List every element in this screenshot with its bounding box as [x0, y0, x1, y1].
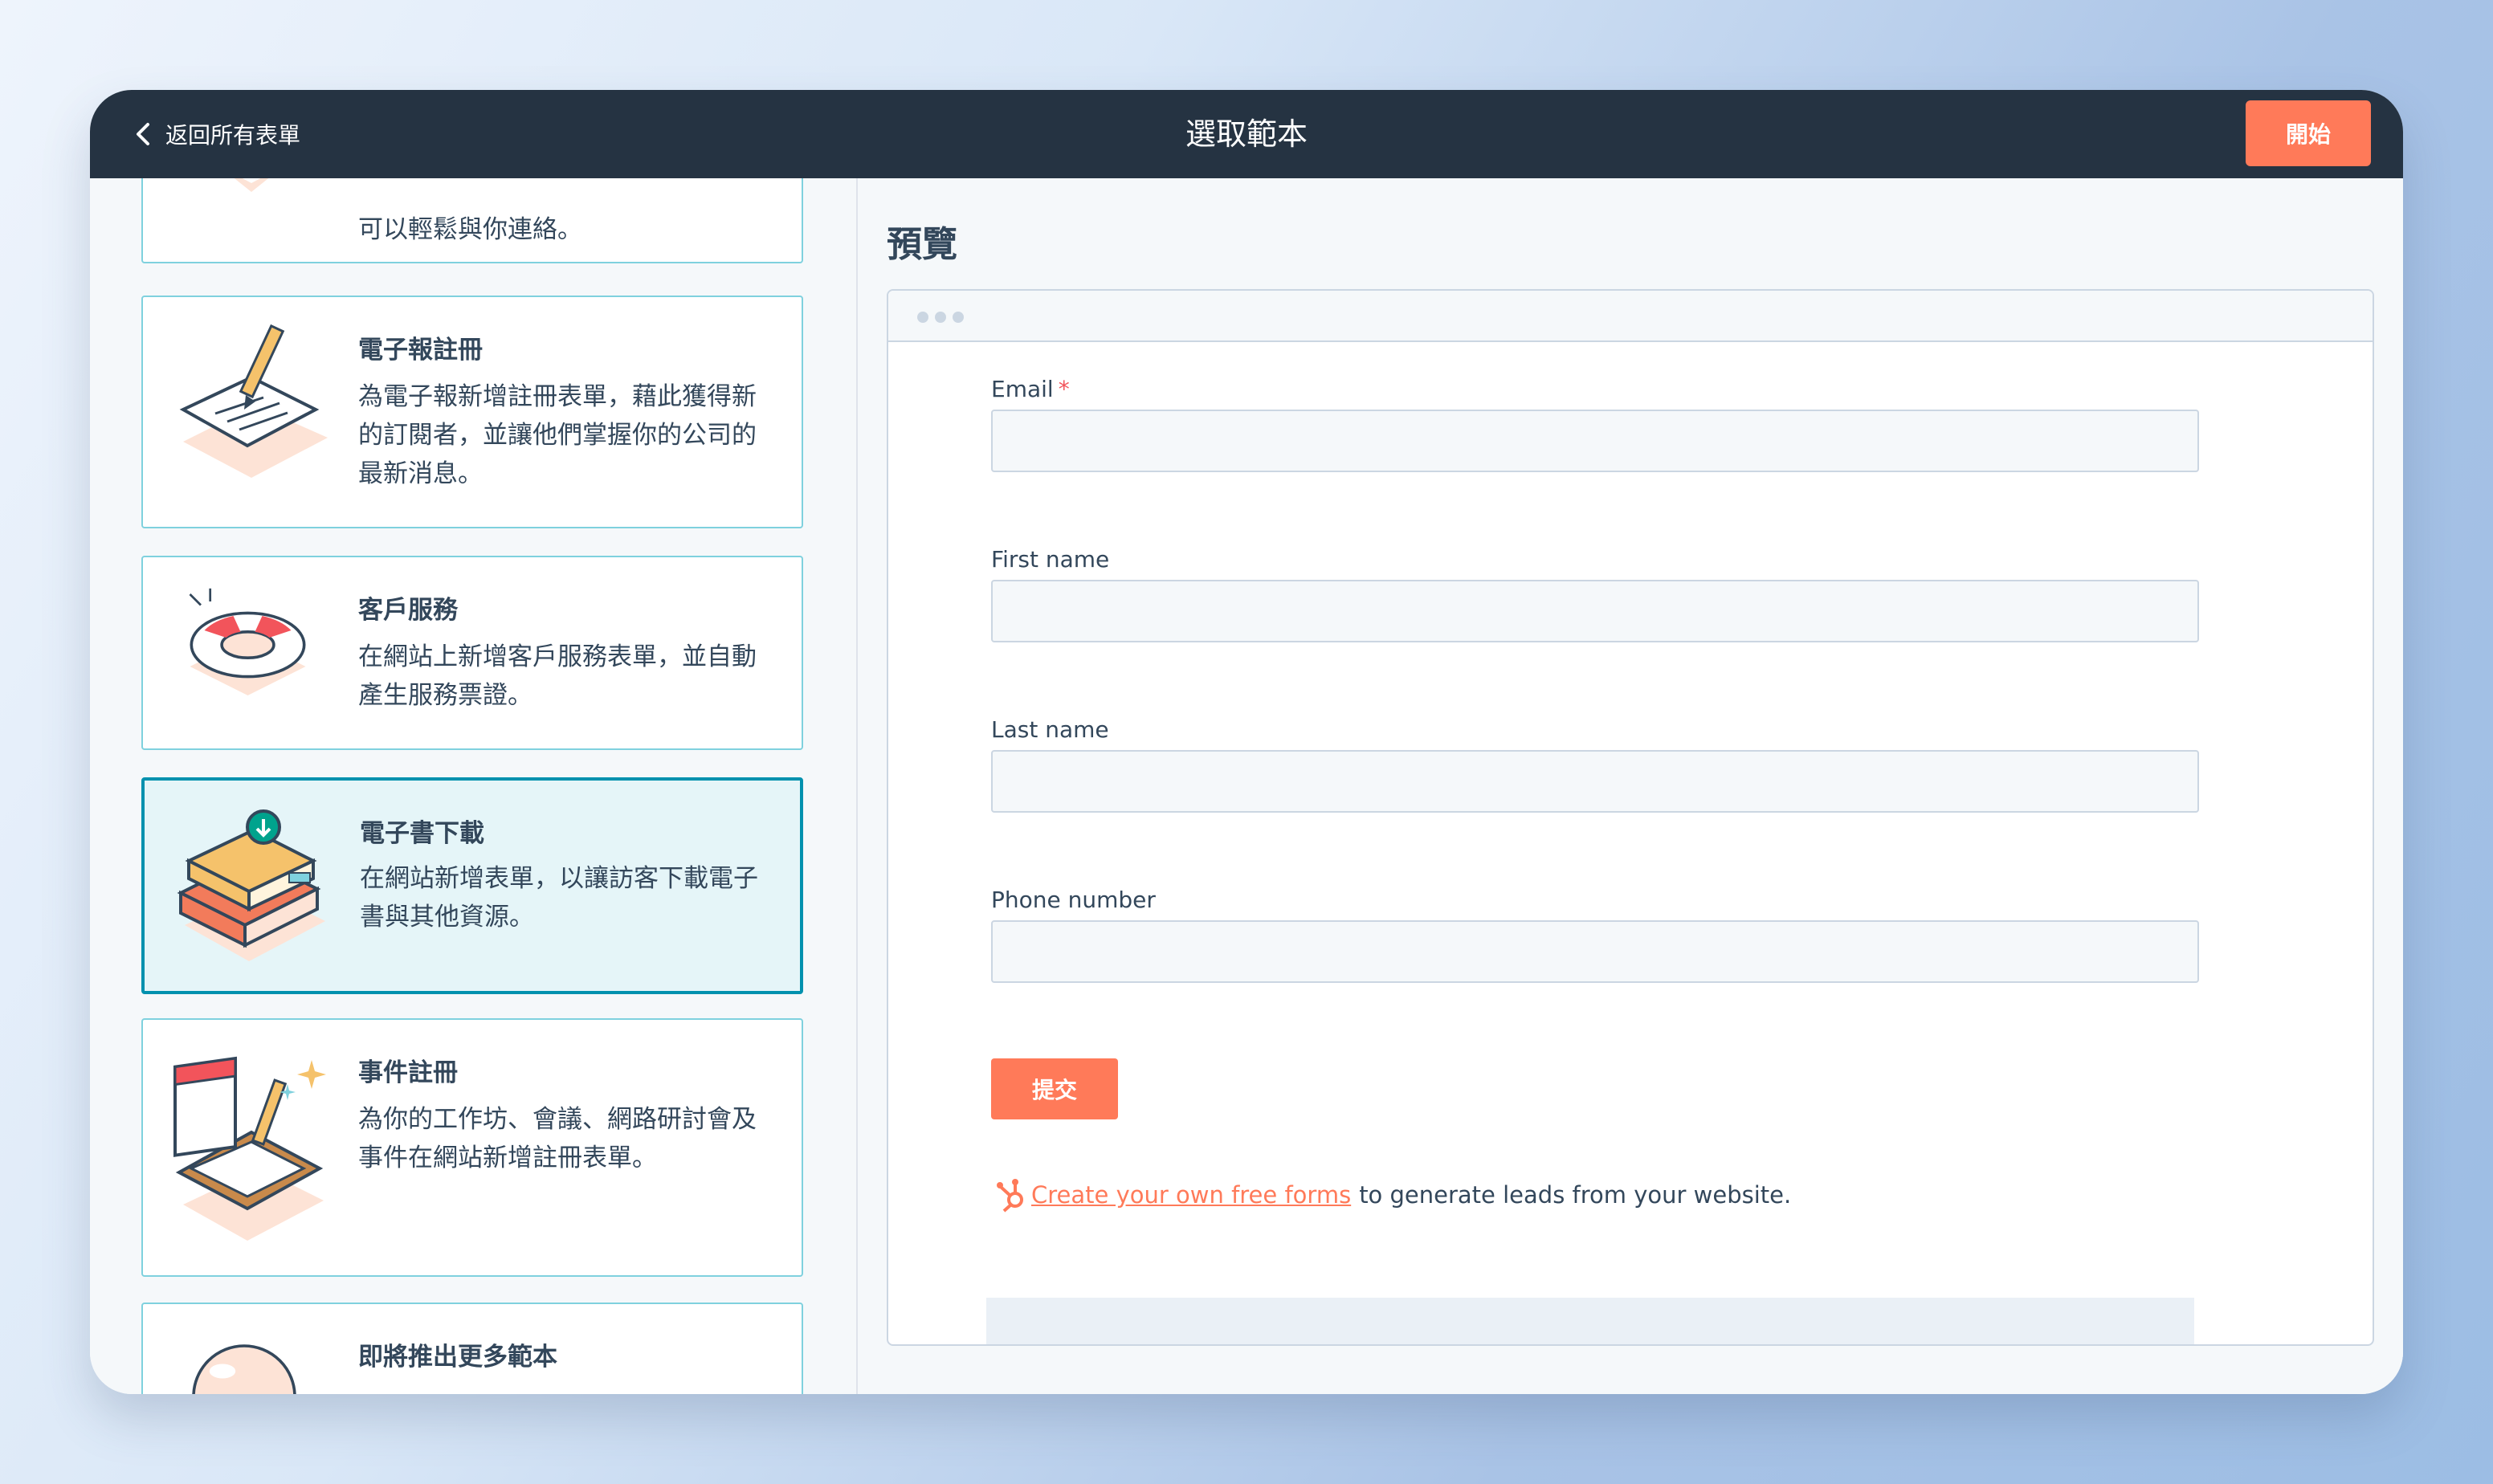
browser-bar — [888, 291, 2373, 342]
template-card-ebook-selected[interactable]: 電子書下載 在網站新增表單，以讓訪客下載電子書與其他資源。 — [141, 777, 803, 994]
promo-line: Create your own free forms to generate l… — [996, 1177, 1791, 1213]
template-card-coming-soon[interactable]: 即將推出更多範本 — [141, 1303, 803, 1394]
window-dot-icon — [935, 312, 946, 323]
calendar-clipboard-icon — [173, 1056, 326, 1241]
template-title: 電子報註冊 — [358, 336, 483, 365]
hubspot-sprocket-icon — [997, 1179, 1023, 1213]
phone-number-label: Phone number — [991, 887, 1156, 913]
first-name-field[interactable] — [991, 580, 2199, 642]
template-card-contact[interactable]: 可以輕鬆與你連絡。 — [141, 178, 803, 263]
email-label: Email * — [991, 376, 1070, 402]
books-download-icon — [177, 809, 325, 961]
template-description: 為電子報新增註冊表單，藉此獲得新的訂閱者，並讓他們掌握你的公司的最新消息。 — [358, 382, 757, 488]
window-dot-icon — [917, 312, 928, 323]
template-description: 在網站上新增客戶服務表單，並自動產生服務票證。 — [358, 642, 757, 710]
template-description: 可以輕鬆與你連絡。 — [358, 215, 582, 244]
preview-heading: 預覽 — [887, 224, 957, 265]
promo-text: to generate leads from your website. — [1359, 1181, 1792, 1209]
envelope-illustration-icon — [234, 178, 269, 192]
page-title: 選取範本 — [1185, 116, 1308, 152]
preview-footer-strip — [986, 1298, 2194, 1344]
top-bar: 返回所有表單 選取範本 開始 — [90, 90, 2403, 178]
template-title: 電子書下載 — [360, 819, 484, 848]
template-card-newsletter[interactable]: 電子報註冊 為電子報新增註冊表單，藉此獲得新的訂閱者，並讓他們掌握你的公司的最新… — [141, 296, 803, 528]
first-name-label: First name — [991, 546, 1110, 573]
create-forms-link[interactable]: Create your own free forms — [1031, 1181, 1351, 1209]
email-field[interactable] — [991, 410, 2199, 472]
lifebuoy-icon — [189, 588, 306, 695]
app-window: 返回所有表單 選取範本 開始 可以輕鬆與你連絡。 電子報註冊 為電子報新增註冊表… — [90, 90, 2403, 1394]
required-mark: * — [1058, 376, 1070, 402]
template-title: 客戶服務 — [358, 596, 458, 625]
template-description: 在網站新增表單，以讓訪客下載電子書與其他資源。 — [360, 864, 758, 932]
template-card-event-registration[interactable]: 事件註冊 為你的工作坊、會議、網路研討會及事件在網站新增註冊表單。 — [141, 1018, 803, 1277]
phone-number-field[interactable] — [991, 920, 2199, 983]
template-title: 事件註冊 — [358, 1058, 458, 1087]
crystal-ball-icon — [192, 1344, 296, 1394]
submit-button[interactable]: 提交 — [991, 1058, 1118, 1119]
newsletter-pen-icon — [179, 324, 328, 478]
start-button[interactable]: 開始 — [2246, 100, 2371, 166]
preview-panel: 預覽 Email * First name Last name Phone num… — [858, 178, 2403, 1394]
template-title: 即將推出更多範本 — [358, 1343, 557, 1372]
browser-preview-frame: Email * First name Last name Phone number… — [887, 289, 2374, 1346]
window-dot-icon — [953, 312, 964, 323]
last-name-label: Last name — [991, 716, 1109, 743]
template-list[interactable]: 可以輕鬆與你連絡。 電子報註冊 為電子報新增註冊表單，藉此獲得新的訂閱者，並讓他… — [90, 178, 858, 1394]
last-name-field[interactable] — [991, 750, 2199, 813]
template-card-customer-service[interactable]: 客戶服務 在網站上新增客戶服務表單，並自動產生服務票證。 — [141, 556, 803, 750]
template-description: 為你的工作坊、會議、網路研討會及事件在網站新增註冊表單。 — [358, 1105, 757, 1172]
